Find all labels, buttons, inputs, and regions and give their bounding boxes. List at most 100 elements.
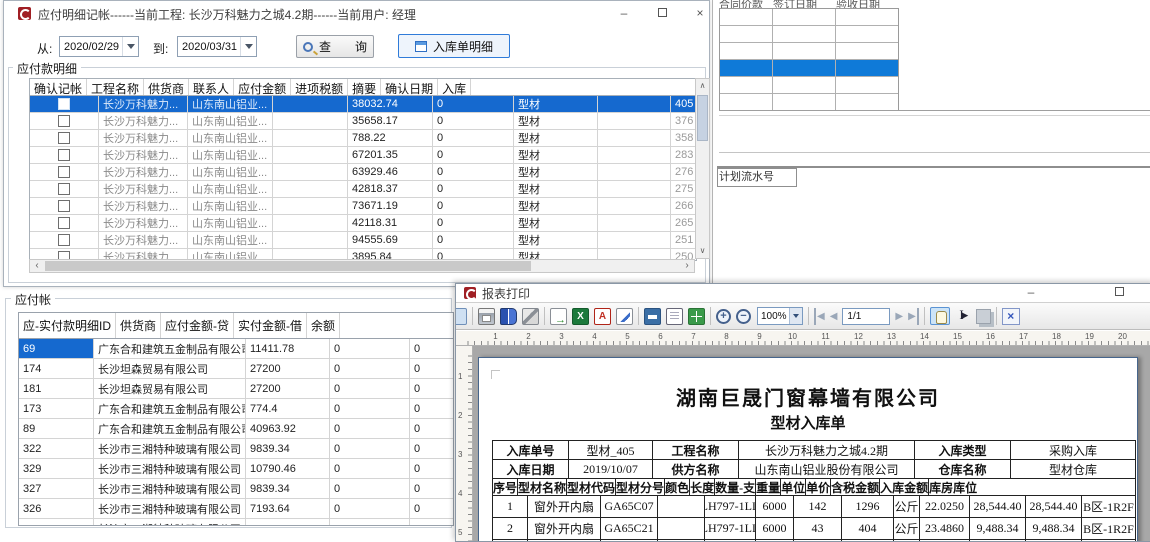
last-page-icon[interactable]: ▶: [908, 308, 919, 325]
zoom-out-icon[interactable]: [736, 309, 751, 324]
to-date-combobox[interactable]: 2020/03/31: [177, 36, 257, 57]
column-header[interactable]: 确认日期: [381, 79, 438, 95]
checkbox[interactable]: [58, 115, 70, 127]
inbound-detail-button[interactable]: 入库单明细: [398, 34, 510, 58]
plan-serial-field[interactable]: 计划流水号: [717, 168, 797, 187]
column-header[interactable]: 联系人: [189, 79, 234, 95]
table-row[interactable]: 329 长沙市三湘特种玻璃有限公司 10790.46 0 0: [19, 459, 453, 479]
toolbar-separator[interactable]: [710, 307, 711, 325]
table-row[interactable]: 174 长沙坦森贸易有限公司 27200 0 0: [19, 359, 453, 379]
printer-icon[interactable]: [478, 308, 495, 325]
checkbox[interactable]: [58, 166, 70, 178]
first-page-icon[interactable]: ◀: [814, 308, 825, 325]
table-row[interactable]: 长沙万科魅力... 山东南山铝业... 35658.17 0 型材 376: [30, 113, 696, 130]
column-header[interactable]: 供货商: [144, 79, 189, 95]
table-row[interactable]: 长沙万科魅力... 山东南山铝业... 788.22 0 型材 358: [30, 130, 696, 147]
column-header[interactable]: 应付金额: [234, 79, 291, 95]
table-row[interactable]: 长沙万科魅力... 山东南山铝业... 42118.31 0 型材 265: [30, 215, 696, 232]
toolbar-separator[interactable]: [472, 307, 473, 325]
table-row[interactable]: [720, 94, 898, 111]
table-row[interactable]: 长沙万科魅力... 山东南山铝业... 63929.46 0 型材 276: [30, 164, 696, 181]
column-header[interactable]: 签订日期: [773, 0, 836, 8]
table-row[interactable]: 327 长沙市三湘特种玻璃有限公司 9839.34 0 0: [19, 479, 453, 499]
table-row[interactable]: 173 广东合和建筑五金制品有限公司 774.4 0 0: [19, 399, 453, 419]
toolbar-separator[interactable]: [638, 307, 639, 325]
minimize-button[interactable]: –: [609, 5, 639, 23]
horizontal-scrollbar[interactable]: ‹ ›: [29, 259, 695, 273]
column-header[interactable]: 进项税额: [291, 79, 348, 95]
table-row[interactable]: [720, 60, 898, 77]
scroll-up-icon[interactable]: ∧: [696, 79, 709, 93]
table-row[interactable]: 89 广东合和建筑五金制品有限公司 40963.92 0 0: [19, 419, 453, 439]
column-header[interactable]: 验收日期: [836, 0, 899, 8]
close-preview-icon[interactable]: ×: [1002, 308, 1020, 325]
book-icon[interactable]: [500, 308, 517, 325]
maximize-button[interactable]: [647, 5, 677, 23]
scroll-down-icon[interactable]: ∨: [696, 244, 709, 258]
prev-page-icon[interactable]: ◀: [830, 308, 838, 325]
scroll-right-icon[interactable]: ›: [680, 260, 694, 272]
table-row[interactable]: 326 长沙市三湘特种玻璃有限公司 7193.64 0 0: [19, 499, 453, 519]
chevron-down-icon[interactable]: [240, 37, 256, 56]
column-header[interactable]: 摘要: [348, 79, 381, 95]
column-header[interactable]: 入库: [438, 79, 471, 95]
column-header[interactable]: 余额: [307, 313, 340, 338]
minimize-button[interactable]: –: [1016, 284, 1046, 302]
column-header[interactable]: 供货商: [116, 313, 161, 338]
checkbox[interactable]: [58, 200, 70, 212]
tools-icon[interactable]: [522, 308, 539, 325]
table-row[interactable]: 长沙市三湘特种玻璃有限公司: [19, 519, 453, 525]
report-preview-area[interactable]: 湖南巨晟门窗幕墙有限公司 型材入库单 入库单号 型材_405 工程名称 长沙万科…: [473, 346, 1150, 541]
table-row[interactable]: [720, 77, 898, 94]
table-row[interactable]: 长沙万科魅力... 山东南山铝业... 94555.69 0 型材 251: [30, 232, 696, 249]
table-row[interactable]: 长沙万科魅力... 山东南山铝业... 42818.37 0 型材 275: [30, 181, 696, 198]
table-row[interactable]: 181 长沙坦森贸易有限公司 27200 0 0: [19, 379, 453, 399]
column-header[interactable]: 应-实付款明细ID: [19, 313, 116, 338]
pdf-icon[interactable]: [594, 308, 611, 325]
toolbar-separator[interactable]: [544, 307, 545, 325]
scroll-left-icon[interactable]: ‹: [30, 260, 44, 272]
column-header[interactable]: 合同价款: [719, 0, 773, 8]
table-row[interactable]: 长沙万科魅力... 山东南山铝业... 73671.19 0 型材 266: [30, 198, 696, 215]
panel-icon[interactable]: [455, 308, 467, 325]
text-select-icon[interactable]: [955, 307, 971, 325]
scrollbar-thumb[interactable]: [45, 261, 531, 271]
checkbox[interactable]: [58, 132, 70, 144]
chevron-down-icon[interactable]: [789, 308, 802, 324]
table-row[interactable]: [720, 43, 898, 60]
column-header[interactable]: 实付金额-借: [234, 313, 307, 338]
checkbox[interactable]: [58, 183, 70, 195]
excel-icon[interactable]: [572, 308, 589, 325]
checkbox[interactable]: [58, 234, 70, 246]
maximize-button[interactable]: [1104, 284, 1134, 302]
column-header[interactable]: 确认记帐: [30, 79, 87, 95]
export-page-icon[interactable]: [550, 308, 567, 325]
from-date-combobox[interactable]: 2020/02/29: [59, 36, 139, 57]
page-number-input[interactable]: 1/1: [842, 308, 890, 325]
checkbox[interactable]: [58, 98, 70, 110]
chevron-down-icon[interactable]: [122, 37, 138, 56]
scrollbar-thumb[interactable]: [697, 95, 708, 141]
single-page-icon[interactable]: [666, 308, 683, 325]
edit-icon[interactable]: [616, 308, 633, 325]
checkbox[interactable]: [58, 149, 70, 161]
table-row[interactable]: [720, 9, 898, 26]
close-button[interactable]: ×: [1144, 284, 1150, 302]
multi-page-icon[interactable]: [688, 308, 705, 325]
print-setup-icon[interactable]: [644, 308, 661, 325]
zoom-in-icon[interactable]: [716, 309, 731, 324]
table-row[interactable]: 322 长沙市三湘特种玻璃有限公司 9839.34 0 0: [19, 439, 453, 459]
column-header[interactable]: 应付金额-贷: [161, 313, 234, 338]
table-row[interactable]: 69 广东合和建筑五金制品有限公司 11411.78 0 0: [19, 339, 453, 359]
next-page-icon[interactable]: ▶: [895, 308, 903, 325]
table-row[interactable]: [720, 26, 898, 43]
column-header[interactable]: 工程名称: [87, 79, 144, 95]
vertical-scrollbar[interactable]: ∧ ∨: [695, 78, 710, 259]
checkbox[interactable]: [58, 217, 70, 229]
close-button[interactable]: ×: [685, 5, 715, 23]
table-row[interactable]: 长沙万科魅力... 山东南山铝业... 38032.74 0 型材 405: [30, 96, 696, 113]
table-row[interactable]: 长沙万科魅力... 山东南山铝业... 67201.35 0 型材 283: [30, 147, 696, 164]
hand-tool-icon[interactable]: [930, 307, 950, 325]
query-button[interactable]: 查 询: [296, 35, 374, 58]
copy-icon[interactable]: [976, 309, 991, 324]
